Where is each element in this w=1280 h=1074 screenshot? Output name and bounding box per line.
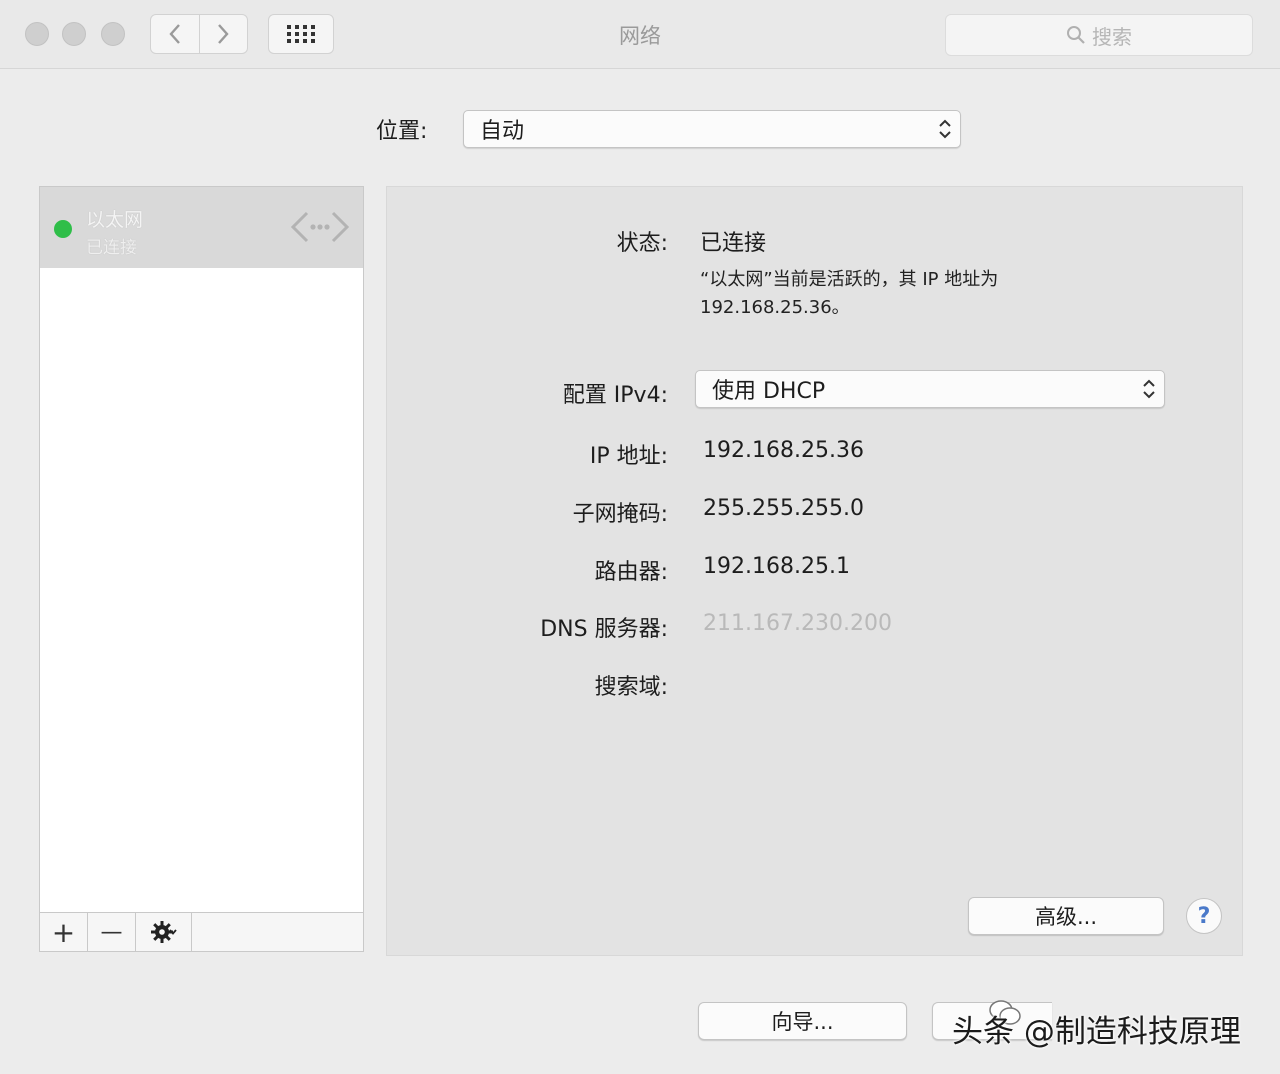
assist-me-button[interactable]: 向导...	[698, 1002, 907, 1040]
configure-ipv4-popup[interactable]: 使用 DHCP	[695, 370, 1165, 408]
add-service-button[interactable]: +	[40, 913, 88, 951]
help-button[interactable]: ?	[1186, 898, 1222, 934]
watermark-text: 头条 @制造科技原理	[952, 1014, 1241, 1050]
search-placeholder: 搜索	[1092, 24, 1132, 49]
location-popup[interactable]: 自动	[463, 110, 961, 148]
subnet-mask-label: 子网掩码:	[572, 502, 668, 527]
title-bar: 网络 搜索	[0, 0, 1280, 69]
dns-server-label: DNS 服务器:	[540, 617, 668, 642]
search-icon	[1067, 26, 1085, 44]
gear-icon	[150, 921, 177, 943]
status-dot-icon	[54, 220, 72, 238]
router-label: 路由器:	[594, 560, 668, 585]
search-domain-label: 搜索域:	[594, 675, 668, 700]
advanced-button[interactable]: 高级...	[968, 897, 1164, 935]
configure-ipv4-value: 使用 DHCP	[712, 379, 826, 404]
ip-address-value: 192.168.25.36	[703, 438, 864, 463]
popup-arrows-icon	[1143, 379, 1155, 399]
location-value: 自动	[480, 119, 525, 144]
service-item-ethernet[interactable]: 以太网 已连接	[40, 187, 363, 268]
service-list: 以太网 已连接 + —	[39, 186, 364, 952]
search-field[interactable]: 搜索	[945, 14, 1253, 56]
configure-ipv4-label: 配置 IPv4:	[562, 383, 668, 408]
popup-arrows-icon	[939, 119, 951, 139]
router-value: 192.168.25.1	[703, 554, 850, 579]
status-description-line1: “以太网”当前是活跃的，其 IP 地址为	[700, 269, 999, 290]
dns-server-value: 211.167.230.200	[703, 611, 892, 636]
status-label: 状态:	[616, 231, 668, 256]
ip-address-label: IP 地址:	[589, 444, 668, 469]
remove-service-button[interactable]: —	[88, 913, 136, 951]
service-list-toolbar: + —	[40, 912, 363, 951]
location-label: 位置:	[376, 119, 428, 144]
service-status: 已连接	[86, 238, 137, 258]
status-value: 已连接	[700, 231, 767, 256]
subnet-mask-value: 255.255.255.0	[703, 496, 864, 521]
ethernet-icon	[290, 211, 350, 243]
status-description-line2: 192.168.25.36。	[700, 297, 850, 318]
service-name: 以太网	[86, 209, 144, 231]
action-menu-button[interactable]	[136, 913, 192, 951]
status-description: “以太网”当前是活跃的，其 IP 地址为 192.168.25.36。	[700, 266, 998, 322]
